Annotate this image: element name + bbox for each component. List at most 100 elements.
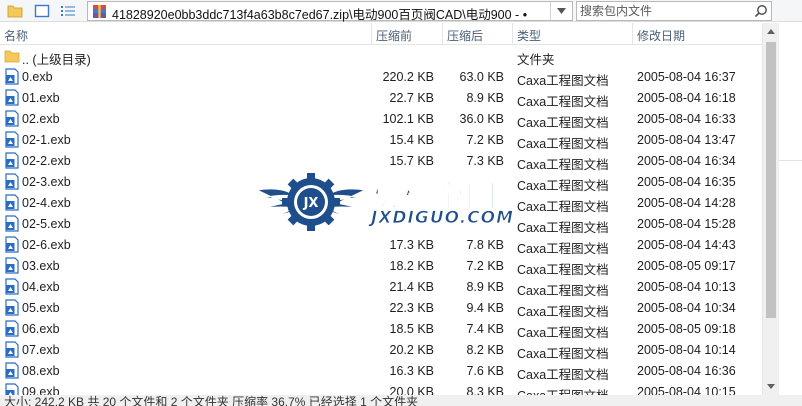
- column-name[interactable]: 名称: [4, 27, 28, 44]
- column-divider[interactable]: [371, 23, 372, 44]
- caxa-file-icon: [4, 320, 20, 337]
- column-header: 名称 压缩前 压缩后 类型 修改日期: [0, 23, 762, 45]
- file-name: 01.exb: [22, 91, 60, 105]
- file-row[interactable]: 02-3.exb Caxa工程图文档 2005-08-04 16:35: [0, 171, 762, 193]
- file-original-size: 18.5 KB: [389, 322, 434, 336]
- file-type: Caxa工程图文档: [517, 385, 609, 395]
- caxa-file-icon: [4, 152, 20, 169]
- file-name: 08.exb: [22, 364, 60, 378]
- caxa-file-icon: [4, 110, 20, 127]
- file-modified-date: 2005-08-04 16:35: [637, 175, 736, 189]
- scroll-down-button[interactable]: [763, 378, 779, 395]
- file-modified-date: 2005-08-04 14:28: [637, 196, 736, 210]
- file-name: 02-6.exb: [22, 238, 71, 252]
- file-compressed-size: 8.2 KB: [466, 343, 504, 357]
- folder-icon[interactable]: [6, 2, 24, 19]
- status-text: 大小: 242.2 KB 共 20 个文件和 2 个文件夹 压缩率 36.7% …: [4, 395, 419, 406]
- caxa-file-icon: [4, 362, 20, 379]
- file-modified-date: 2005-08-04 15:28: [637, 217, 736, 231]
- view-icon[interactable]: [33, 2, 51, 19]
- file-modified-date: 2005-08-04 14:43: [637, 238, 736, 252]
- file-compressed-size: 36.0 KB: [459, 112, 504, 126]
- file-row[interactable]: 04.exb 21.4 KB 8.9 KB Caxa工程图文档 2005-08-04 1…: [0, 276, 762, 298]
- file-original-size: 22.3 KB: [389, 301, 434, 315]
- toolbar: 41828920e0bb3ddc713f4a63b8c7ed67.zip\电动9…: [0, 0, 802, 22]
- file-row[interactable]: 03.exb 18.2 KB 7.2 KB Caxa工程图文档 2005-08-05 0…: [0, 255, 762, 277]
- caxa-file-icon: [4, 173, 20, 190]
- file-row[interactable]: 09.exb 20.0 KB 8.3 KB Caxa工程图文档 2005-08-04 1…: [0, 381, 762, 395]
- caxa-file-icon: [4, 194, 20, 211]
- file-original-size: 20.2 KB: [389, 343, 434, 357]
- file-row[interactable]: 06.exb 18.5 KB 7.4 KB Caxa工程图文档 2005-08-05 0…: [0, 318, 762, 340]
- file-row[interactable]: 02-6.exb 17.3 KB 7.8 KB Caxa工程图文档 2005-08-04…: [0, 234, 762, 256]
- file-compressed-size: 63.0 KB: [459, 70, 504, 84]
- file-modified-date: 2005-08-05 09:17: [637, 259, 736, 273]
- file-modified-date: 2005-08-04 10:13: [637, 280, 736, 294]
- file-compressed-size: 8.3 KB: [466, 385, 504, 395]
- scroll-up-button[interactable]: [763, 23, 779, 40]
- file-compressed-size: 7.4 KB: [466, 322, 504, 336]
- file-modified-date: 2005-08-04 16:34: [637, 154, 736, 168]
- folder-icon: [4, 47, 20, 64]
- caxa-file-icon: [4, 131, 20, 148]
- file-modified-date: 2005-08-04 10:15: [637, 385, 736, 395]
- caxa-file-icon: [4, 89, 20, 106]
- column-modified[interactable]: 修改日期: [637, 27, 685, 44]
- scrollbar-thumb[interactable]: [766, 42, 776, 318]
- file-row[interactable]: 01.exb 22.7 KB 8.9 KB Caxa工程图文档 2005-08-04 1…: [0, 87, 762, 109]
- column-divider[interactable]: [512, 23, 513, 44]
- right-pane: [779, 23, 802, 395]
- column-compressed-size[interactable]: 压缩后: [447, 27, 483, 44]
- column-divider[interactable]: [632, 23, 633, 44]
- file-name: 07.exb: [22, 343, 60, 357]
- file-name: 03.exb: [22, 259, 60, 273]
- file-row[interactable]: 02.exb 102.1 KB 36.0 KB Caxa工程图文档 2005-08-04…: [0, 108, 762, 130]
- file-name: 06.exb: [22, 322, 60, 336]
- file-row[interactable]: 02-1.exb 15.4 KB 7.2 KB Caxa工程图文档 2005-08-04…: [0, 129, 762, 151]
- file-original-size: 16.3 KB: [389, 364, 434, 378]
- parent-directory-row[interactable]: .. (上级目录) 文件夹: [0, 45, 762, 67]
- file-list: .. (上级目录) 文件夹 0.exb 220.2 KB 63.0 KB Caxa工程…: [0, 45, 762, 395]
- search-input[interactable]: [580, 3, 750, 19]
- file-name: 04.exb: [22, 280, 60, 294]
- file-original-size: 21.4 KB: [389, 280, 434, 294]
- column-type[interactable]: 类型: [517, 27, 541, 44]
- column-divider[interactable]: [442, 23, 443, 44]
- search-box[interactable]: [576, 1, 772, 21]
- file-row[interactable]: 02-2.exb 15.7 KB 7.3 KB Caxa工程图文档 2005-08-04…: [0, 150, 762, 172]
- file-row[interactable]: 02-5.exb Caxa工程图文档 2005-08-04 15:28: [0, 213, 762, 235]
- file-row[interactable]: 08.exb 16.3 KB 7.6 KB Caxa工程图文档 2005-08-04 1…: [0, 360, 762, 382]
- file-row[interactable]: 0.exb 220.2 KB 63.0 KB Caxa工程图文档 2005-08-04 …: [0, 66, 762, 88]
- chevron-down-icon: [557, 8, 566, 14]
- address-path[interactable]: 41828920e0bb3ddc713f4a63b8c7ed67.zip\电动9…: [112, 4, 550, 23]
- vertical-scrollbar[interactable]: [762, 23, 779, 395]
- file-name: 02-5.exb: [22, 217, 71, 231]
- file-name: 02-4.exb: [22, 196, 71, 210]
- file-compressed-size: 8.9 KB: [466, 91, 504, 105]
- address-dropdown-button[interactable]: [550, 2, 572, 20]
- status-bar: 大小: 242.2 KB 共 20 个文件和 2 个文件夹 压缩率 36.7% …: [0, 395, 802, 406]
- caxa-file-icon: [4, 278, 20, 295]
- file-name: 0.exb: [22, 70, 53, 84]
- address-bar[interactable]: 41828920e0bb3ddc713f4a63b8c7ed67.zip\电动9…: [87, 1, 573, 23]
- chevron-down-icon: [767, 384, 775, 389]
- caxa-file-icon: [4, 236, 20, 253]
- file-row[interactable]: 02-4.exb Caxa工程图文档 2005-08-04 14:28: [0, 192, 762, 214]
- file-original-size: 102.1 KB: [382, 112, 434, 126]
- caxa-file-icon: [4, 68, 20, 85]
- file-row[interactable]: 05.exb 22.3 KB 9.4 KB Caxa工程图文档 2005-08-04 1…: [0, 297, 762, 319]
- column-original-size[interactable]: 压缩前: [376, 27, 412, 44]
- list-view-icon[interactable]: [59, 2, 77, 19]
- file-original-size: 18.2 KB: [389, 259, 434, 273]
- file-original-size: 15.4 KB: [389, 133, 434, 147]
- file-original-size: 220.2 KB: [382, 70, 434, 84]
- file-row[interactable]: 07.exb 20.2 KB 8.2 KB Caxa工程图文档 2005-08-04 1…: [0, 339, 762, 361]
- chevron-up-icon: [767, 29, 775, 34]
- file-modified-date: 2005-08-04 16:36: [637, 364, 736, 378]
- file-compressed-size: 7.3 KB: [466, 154, 504, 168]
- file-name: 02-3.exb: [22, 175, 71, 189]
- zip-archive-icon: [92, 4, 107, 22]
- file-modified-date: 2005-08-04 10:14: [637, 343, 736, 357]
- file-compressed-size: 7.2 KB: [466, 133, 504, 147]
- search-icon[interactable]: [754, 4, 768, 18]
